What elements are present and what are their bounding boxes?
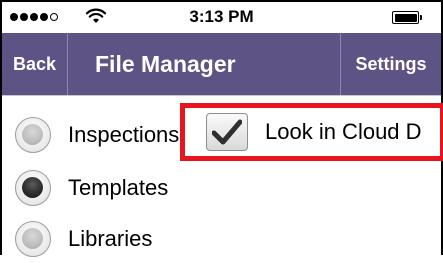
status-time: 3:13 PM — [189, 7, 254, 26]
radio-button-templates[interactable] — [15, 170, 51, 206]
radio-button-libraries[interactable] — [15, 221, 51, 257]
battery-icon — [392, 11, 422, 24]
cloud-option-highlight: Look in Cloud D — [180, 103, 443, 161]
settings-button[interactable]: Settings — [340, 33, 441, 95]
status-bar: 3:13 PM — [2, 2, 441, 33]
checkmark-icon — [212, 119, 242, 145]
back-button[interactable]: Back — [2, 33, 68, 95]
radio-button-inspections[interactable] — [15, 117, 51, 153]
nav-divider — [2, 95, 441, 96]
cloud-checkbox[interactable] — [206, 113, 248, 151]
option-templates[interactable]: Templates — [2, 164, 168, 212]
option-label-libraries: Libraries — [68, 226, 153, 251]
nav-bar: Back File Manager Settings — [2, 33, 441, 95]
option-label-templates: Templates — [68, 175, 169, 200]
cloud-option-label: Look in Cloud D — [265, 119, 422, 144]
option-libraries[interactable]: Libraries — [2, 215, 152, 263]
option-inspections[interactable]: Inspections — [2, 111, 179, 159]
option-label-inspections: Inspections — [68, 122, 180, 147]
page-title: File Manager — [95, 50, 236, 77]
